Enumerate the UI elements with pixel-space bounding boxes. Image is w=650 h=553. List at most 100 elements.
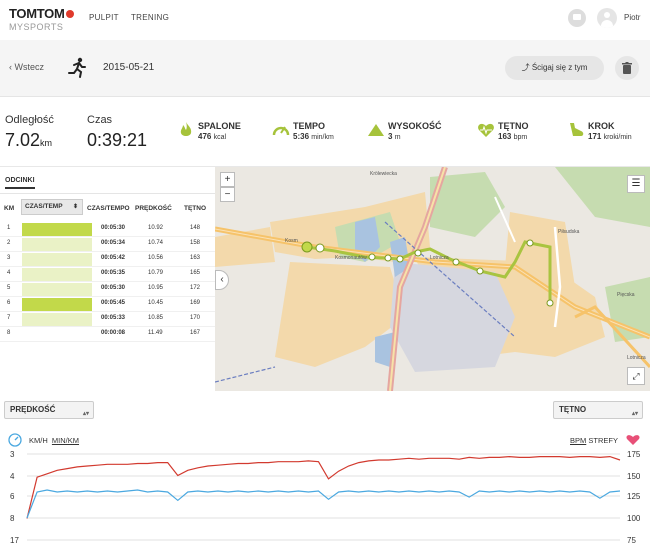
map-canvas[interactable] [215, 167, 650, 391]
line-chart[interactable]: 3 175 4 150 6 125 8 100 17 75 [0, 449, 650, 553]
running-icon [68, 57, 86, 78]
nav-link-dashboard[interactable]: PULPIT [89, 13, 119, 22]
map-label-street: Kosmonautów [335, 255, 367, 261]
split-bar [22, 313, 92, 326]
cell-km: 8 [7, 330, 11, 336]
time-value: 0:39:21 [87, 130, 148, 150]
unit-bpm[interactable]: BPM [570, 436, 586, 445]
distance-label: Odległość [5, 114, 54, 126]
cell-km: 4 [7, 270, 11, 276]
table-row[interactable]: 5 00:05:30 10.95 172 [0, 282, 215, 297]
split-bar [22, 268, 92, 281]
left-tick-label: 17 [10, 536, 19, 545]
metric-title: WYSOKOŚĆ [388, 121, 442, 131]
cell-km: 5 [7, 285, 11, 291]
shoe-icon [570, 123, 584, 136]
right-select-value: TĘTNO [559, 405, 587, 414]
cell-pace: 00:05:33 [101, 315, 126, 321]
activity-header: ‹ Wstecz 2015-05-21 ⤴ Ścigaj się z tym [0, 40, 650, 97]
speed-series-line [26, 489, 621, 519]
map-label-street: Lotnicza [627, 355, 646, 361]
cell-hr: 148 [190, 225, 201, 231]
heart-icon [626, 435, 640, 445]
metric-value: 163 bpm [498, 132, 528, 141]
heart-icon [478, 123, 494, 137]
right-tick-label: 150 [627, 472, 641, 481]
table-row[interactable]: 6 00:05:45 10.45 169 [0, 297, 215, 312]
activity-chart: PRĘDKOŚĆ ▴▾ TĘTNO ▴▾ KM/H MIN/KM BPM STREF… [0, 391, 650, 553]
chat-icon[interactable] [568, 9, 586, 27]
tomtom-logo[interactable]: TOMTOM MYSPORTS [9, 5, 74, 32]
col-header-hr: TĘTNO [184, 205, 207, 212]
speedometer-icon [8, 433, 22, 447]
split-bar [22, 298, 92, 311]
right-tick-label: 75 [627, 536, 636, 545]
cell-pace: 00:05:35 [101, 270, 126, 276]
user-name[interactable]: Piotr [624, 13, 640, 22]
cell-pace: 00:05:42 [101, 255, 126, 261]
cell-speed: 10.56 [148, 255, 164, 261]
right-unit-toggle: BPM STREFY [570, 436, 618, 445]
map-label-street: Krölewiecka [370, 171, 397, 177]
race-this-button[interactable]: ⤴ Ścigaj się z tym [505, 56, 604, 80]
race-icon: ⤴ [521, 63, 532, 72]
left-tick-label: 3 [10, 450, 15, 459]
table-row[interactable]: 1 00:05:30 10.92 148 [0, 222, 215, 237]
activity-stats: Odległość 7.02km Czas 0:39:21 SPALONE 47… [0, 97, 650, 167]
nav-link-training[interactable]: TRENING [131, 13, 169, 22]
metric-value: 3 m [388, 132, 401, 141]
splits-panel: ODCINKI KM CZAS/TEMP ⬍ CZAS/TEMPO PRĘDKOŚ… [0, 167, 215, 391]
heart-rate-series-line [26, 455, 621, 519]
divider [0, 193, 215, 194]
cell-hr: 170 [190, 315, 201, 321]
column-selector[interactable]: CZAS/TEMP ⬍ [21, 199, 83, 215]
delete-button[interactable] [615, 56, 639, 80]
metric-title: SPALONE [198, 121, 241, 131]
left-tick-label: 8 [10, 514, 15, 523]
cell-km: 7 [7, 315, 11, 321]
map-label-street: Kosm [285, 238, 298, 244]
cell-km: 6 [7, 300, 11, 306]
zoom-out-button[interactable]: − [220, 187, 235, 202]
back-button[interactable]: ‹ Wstecz [9, 62, 44, 72]
route-map[interactable]: Krölewiecka Kosm Kosmonautów Lotnicza Lo… [215, 167, 650, 391]
cell-speed: 10.92 [148, 225, 164, 231]
right-tick-label: 175 [627, 450, 641, 459]
layers-menu-icon[interactable]: ☰ [627, 175, 645, 193]
table-row[interactable]: 8 00:00:08 11.49 167 [0, 327, 215, 342]
unit-kmh[interactable]: KM/H [29, 436, 48, 445]
metric-title: KROK [588, 121, 615, 131]
chevron-down-icon: ▴▾ [631, 411, 638, 417]
top-navigation: TOMTOM MYSPORTS PULPIT TRENING Piotr [0, 0, 650, 40]
fullscreen-icon[interactable]: ⤢ [627, 367, 645, 385]
metric-title: TĘTNO [498, 121, 529, 131]
cell-pace: 00:05:30 [101, 225, 126, 231]
cell-pace: 00:00:08 [101, 330, 126, 336]
activity-date: 2015-05-21 [103, 62, 155, 73]
metric-title: TEMPO [293, 121, 326, 131]
cell-speed: 10.85 [148, 315, 164, 321]
tab-splits[interactable]: ODCINKI [5, 177, 35, 189]
back-label: Wstecz [14, 62, 45, 72]
split-bar [22, 238, 92, 251]
trash-icon [622, 62, 632, 74]
race-label: Ścigaj się z tym [531, 63, 588, 72]
logo-brand-bottom: MYSPORTS [9, 22, 64, 32]
time-label: Czas [87, 114, 113, 126]
table-row[interactable]: 4 00:05:35 10.79 165 [0, 267, 215, 282]
cell-hr: 172 [190, 285, 201, 291]
split-bar [22, 253, 92, 266]
split-bar [22, 283, 92, 296]
cell-speed: 10.45 [148, 300, 164, 306]
unit-minkm[interactable]: MIN/KM [52, 436, 79, 445]
right-metric-select[interactable]: TĘTNO ▴▾ [553, 401, 643, 419]
table-row[interactable]: 3 00:05:42 10.56 163 [0, 252, 215, 267]
table-row[interactable]: 7 00:05:33 10.85 170 [0, 312, 215, 327]
table-row[interactable]: 2 00:05:34 10.74 158 [0, 237, 215, 252]
zoom-in-button[interactable]: + [220, 172, 235, 187]
col-header-speed: PRĘDKOŚĆ [135, 205, 172, 212]
unit-zones[interactable]: STREFY [588, 436, 618, 445]
cell-hr: 169 [190, 300, 201, 306]
avatar[interactable] [597, 8, 617, 28]
left-metric-select[interactable]: PRĘDKOŚĆ ▴▾ [4, 401, 94, 419]
